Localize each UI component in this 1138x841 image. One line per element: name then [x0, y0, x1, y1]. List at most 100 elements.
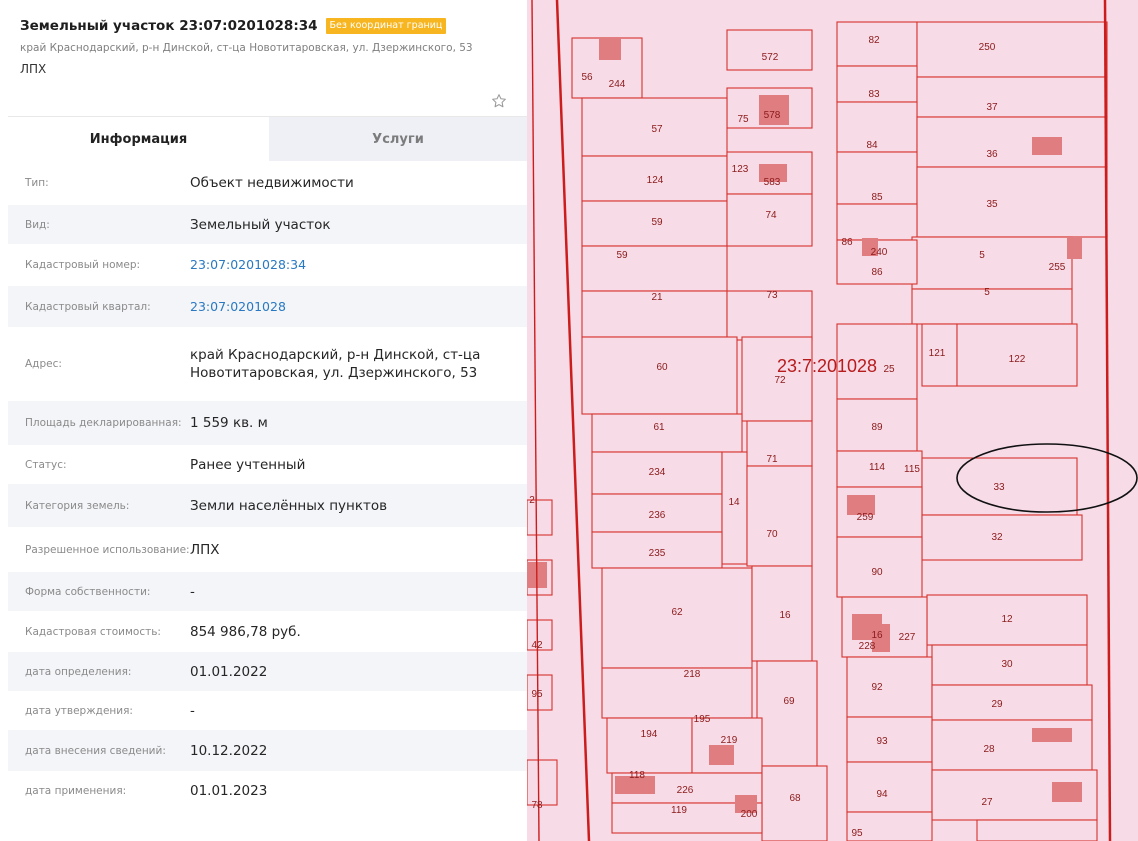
- plot-number-label: 30: [1001, 659, 1013, 670]
- plot-number-label: 59: [616, 250, 628, 261]
- info-row: Вид: Земельный участок: [8, 205, 527, 244]
- land-plot[interactable]: [916, 21, 1108, 78]
- info-row-label: Кадастровая стоимость:: [25, 625, 161, 638]
- plot-number-label: 86: [871, 267, 883, 278]
- plot-number-label: 57: [651, 124, 663, 135]
- plot-number-label: 85: [871, 192, 883, 203]
- info-row-value: -: [190, 583, 195, 600]
- land-plot[interactable]: [916, 76, 1108, 118]
- info-row: Разрешенное использование: ЛПХ: [8, 527, 527, 572]
- plot-number-label: 255: [1049, 262, 1066, 273]
- info-row-label: Площадь декларированная:: [25, 417, 182, 429]
- plot-number-label: 227: [899, 632, 916, 643]
- plot-number-label: 259: [857, 512, 874, 523]
- info-row: Тип: Объект недвижимости: [8, 160, 527, 205]
- plot-number-label: 194: [641, 729, 658, 740]
- plot-number-label: 121: [929, 348, 946, 359]
- land-plot[interactable]: [846, 761, 933, 813]
- plot-number-label: 218: [684, 669, 701, 680]
- plot-number-label: 240: [871, 247, 888, 258]
- info-row-label: Кадастровый квартал:: [25, 300, 151, 313]
- object-info-panel: Земельный участок 23:07:0201028:34 Без к…: [0, 0, 527, 841]
- panel-header: Земельный участок 23:07:0201028:34 Без к…: [0, 0, 527, 116]
- star-outline-icon: [492, 94, 506, 108]
- info-row-value: ЛПХ: [190, 541, 220, 558]
- plot-number-label: 21: [651, 292, 663, 303]
- land-plot[interactable]: [581, 245, 728, 292]
- info-row-value: 1 559 кв. м: [190, 415, 268, 431]
- plot-number-label: 16: [871, 630, 883, 641]
- plot-number-label: 75: [737, 114, 749, 125]
- plot-number-label: 61: [653, 422, 665, 433]
- plot-number-label: 122: [1009, 354, 1026, 365]
- plot-number-label: 29: [991, 699, 1003, 710]
- building-footprint: [1052, 782, 1082, 802]
- plot-number-label: 78: [531, 800, 543, 811]
- plot-number-label: 72: [774, 375, 786, 386]
- land-plot[interactable]: [976, 819, 1098, 841]
- land-plot[interactable]: [916, 116, 1108, 168]
- map-canvas[interactable]: 23:7:2010285624457282250833775 5785784361…: [527, 0, 1138, 841]
- info-row: Кадастровый номер: 23:07:0201028:34: [8, 244, 527, 286]
- info-row-label: Категория земель:: [25, 499, 130, 512]
- plot-number-label: 82: [868, 35, 880, 46]
- tab-information[interactable]: Информация: [8, 117, 269, 161]
- plot-number-label: 2: [529, 495, 535, 506]
- tab-services[interactable]: Услуги: [269, 117, 527, 161]
- info-row-label: Форма собственности:: [25, 585, 151, 598]
- plot-number-label: 83: [868, 89, 880, 100]
- info-row-label: дата утверждения:: [25, 704, 133, 717]
- land-plot[interactable]: [746, 420, 813, 467]
- land-plot[interactable]: [746, 465, 813, 567]
- plot-number-label: 14: [728, 497, 740, 508]
- plot-number-label: 70: [766, 529, 778, 540]
- info-row-label: Тип:: [25, 176, 49, 189]
- info-row: Категория земель: Земли населённых пункто…: [8, 484, 527, 527]
- plot-number-label: 27: [981, 797, 993, 808]
- info-row-link[interactable]: 23:07:0201028: [190, 298, 527, 316]
- land-plot[interactable]: [591, 413, 743, 453]
- land-plot[interactable]: [721, 451, 748, 565]
- plot-number-label: 74: [765, 210, 777, 221]
- land-plot[interactable]: [846, 716, 933, 763]
- plot-number-label: 234: [649, 467, 666, 478]
- info-row-value: -: [190, 702, 195, 719]
- land-plot[interactable]: [756, 660, 818, 767]
- building-footprint: [1032, 728, 1072, 742]
- plot-number-label: 572: [762, 52, 779, 63]
- info-row: дата внесения сведений: 10.12.2022: [8, 730, 527, 771]
- land-plot[interactable]: [931, 719, 1093, 771]
- plot-number-label: 25: [883, 364, 895, 375]
- plot-number-label: 118: [629, 770, 645, 781]
- land-plot[interactable]: [581, 336, 738, 415]
- land-plot[interactable]: [836, 203, 918, 241]
- plot-number-label: 114: [869, 462, 885, 473]
- land-plot[interactable]: [527, 759, 558, 806]
- building-footprint: [1067, 237, 1082, 259]
- favorite-button[interactable]: [491, 93, 507, 109]
- land-plot[interactable]: [726, 29, 813, 71]
- info-row: Кадастровая стоимость: 854 986,78 руб.: [8, 611, 527, 652]
- info-row-label: дата применения:: [25, 784, 127, 797]
- header-address: край Краснодарский, р-н Динской, ст-ца Н…: [20, 42, 473, 54]
- land-plot[interactable]: [916, 166, 1108, 238]
- info-row-link[interactable]: 23:07:0201028:34: [190, 256, 527, 274]
- info-row-label: Вид:: [25, 218, 50, 231]
- land-plot[interactable]: [931, 684, 1093, 721]
- plot-number-label: 16: [779, 610, 791, 621]
- cadastral-map[interactable]: 23:7:201028 56 244 572 82 250 83 37 75 578 57 84 36 1…: [527, 0, 1138, 841]
- plot-number-label: 62: [671, 607, 683, 618]
- land-plot[interactable]: [846, 656, 933, 718]
- land-plot[interactable]: [606, 717, 693, 774]
- plot-number-label: 92: [871, 682, 883, 693]
- land-plot[interactable]: [601, 567, 753, 669]
- title-row: Земельный участок 23:07:0201028:34 Без к…: [20, 18, 527, 34]
- plot-number-label: 583: [764, 177, 781, 188]
- land-plot[interactable]: [911, 288, 1073, 325]
- plot-number-label: 244: [609, 79, 626, 90]
- plot-number-label: 200: [741, 809, 758, 820]
- plot-number-label: 250: [979, 42, 996, 53]
- no-boundaries-badge: Без координат границ: [325, 18, 447, 34]
- info-row-label: дата внесения сведений:: [25, 744, 166, 757]
- land-plot[interactable]: [601, 667, 753, 719]
